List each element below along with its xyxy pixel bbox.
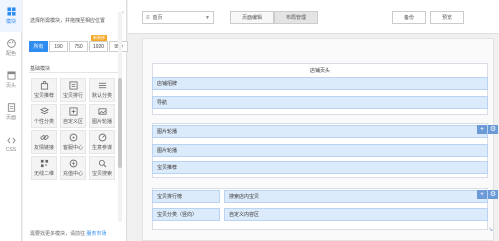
left-icon-rail: 模块 配色 页头 页面 CSS	[0, 0, 22, 241]
tile-label: 默认分类	[91, 93, 112, 99]
section-divider	[29, 72, 119, 73]
width-all-button[interactable]: 所有	[29, 41, 48, 52]
middle-region-controls: + ⚙	[476, 125, 498, 134]
width-1920-button[interactable]: 1920 新装修	[89, 35, 108, 52]
page-icon	[7, 103, 15, 112]
ranking-icon	[68, 81, 78, 90]
rail-label: 模块	[5, 19, 16, 25]
panel-scrollbar[interactable]	[118, 78, 122, 168]
tile-label: 图片轮播	[91, 119, 112, 125]
settings-icon[interactable]: ⚙	[488, 125, 498, 134]
carousel-module-1[interactable]: 图片轮播	[152, 125, 488, 138]
rail-label: CSS	[5, 146, 17, 153]
custom-area-icon	[68, 107, 78, 116]
page-select-value: 首页	[152, 15, 163, 21]
recommend-module[interactable]: 宝贝推荐	[152, 161, 488, 174]
rail-item-page[interactable]: 页面	[0, 96, 22, 128]
tile-label: 宝贝搜索	[91, 171, 112, 177]
market-link[interactable]: 服务市场	[86, 231, 106, 237]
region-title: 店铺页头	[309, 68, 330, 74]
footer-text: 需要找更多模块，请前往	[30, 231, 86, 237]
module-tile[interactable]: 无线二维	[31, 156, 57, 180]
tab-layout-manage[interactable]: 布局管理	[274, 11, 318, 24]
qrcode-icon	[40, 159, 48, 168]
panel-footer: 需要找更多模块，请前往 服务市场	[30, 230, 106, 237]
bag-icon	[40, 81, 48, 90]
tile-label: 无线二维	[33, 171, 54, 177]
recharge-icon	[69, 159, 77, 168]
tile-label: 自定义区	[62, 119, 83, 125]
tile-label: 生意参谋	[91, 145, 112, 151]
tab-page-edit[interactable]: 页面编辑	[230, 11, 274, 24]
module-icon	[6, 7, 16, 16]
header-icon	[6, 71, 16, 80]
panel-hint: 选择所需模块，并拖拽至相应位置	[30, 18, 106, 24]
tile-label: 客服中心	[62, 145, 83, 151]
ranking-module[interactable]: 宝贝排行榜	[152, 190, 220, 203]
edit-tabs: 页面编辑 布局管理	[230, 11, 318, 24]
code-icon	[6, 137, 16, 143]
width-filter: 所有 190 750 1920 新装修 950	[29, 35, 129, 52]
rail-item-css[interactable]: CSS	[0, 128, 22, 160]
collapse-panel-icon[interactable]: ‹	[122, 10, 124, 16]
module-tile[interactable]: 生意参谋	[89, 130, 115, 154]
rail-label: 配色	[5, 51, 16, 57]
analytics-icon	[98, 133, 106, 142]
rail-item-module[interactable]: 模块	[0, 0, 22, 32]
preview-button[interactable]: 预览	[430, 11, 464, 24]
module-tile[interactable]: 客服中心	[60, 130, 86, 154]
module-tile[interactable]: 图片轮播	[89, 104, 115, 128]
category-vertical-module[interactable]: 宝贝分类（竖向）	[152, 208, 220, 221]
tile-label: 个性分类	[33, 119, 54, 125]
module-tile[interactable]: 宝贝搜索	[89, 156, 115, 180]
width-label: 1920	[92, 43, 105, 50]
rail-item-header[interactable]: 页头	[0, 64, 22, 96]
module-tile[interactable]: 宝贝推荐	[31, 78, 57, 102]
add-icon[interactable]: +	[477, 125, 487, 134]
width-750-button[interactable]: 750	[69, 41, 88, 52]
rail-label: 页面	[5, 115, 16, 121]
module-tile[interactable]: 友情链接	[31, 130, 57, 154]
custom-content-module[interactable]: 自定义内容区	[224, 208, 488, 221]
module-tile[interactable]: 宝贝排行	[60, 78, 86, 102]
search-module[interactable]: 搜索店内宝贝	[224, 190, 488, 203]
module-tile[interactable]: 默认分类	[89, 78, 115, 102]
module-grid: 宝贝推荐 宝贝排行 默认分类 个性分类 自定义区 图片轮播 友情链接 客服中心 …	[31, 78, 115, 180]
bottom-region-controls: + ⚙	[476, 190, 498, 199]
image-carousel-icon	[97, 108, 107, 115]
expand-arrow-icon[interactable]: ↘	[488, 226, 493, 233]
service-icon	[69, 133, 77, 142]
tile-label: 宝贝推荐	[33, 93, 54, 99]
backup-button[interactable]: 备份	[392, 11, 426, 24]
rail-label: 页头	[5, 83, 16, 89]
chevron-down-icon: ▼	[205, 14, 210, 21]
menu-icon: ≡	[146, 14, 150, 21]
rail-item-color[interactable]: 配色	[0, 32, 22, 64]
settings-icon[interactable]: ⚙	[488, 190, 498, 199]
page-select[interactable]: ≡ 首页 ▼	[142, 11, 214, 24]
module-tile[interactable]: 充值中心	[60, 156, 86, 180]
module-tile[interactable]: 自定义区	[60, 104, 86, 128]
top-toolbar: ≡ 首页 ▼ 页面编辑 布局管理 备份 预览	[128, 0, 499, 34]
width-190-button[interactable]: 190	[49, 41, 68, 52]
tile-label: 宝贝排行	[62, 93, 83, 99]
palette-icon	[6, 39, 16, 48]
nav-module[interactable]: 导航	[152, 96, 488, 109]
tile-label: 充值中心	[62, 171, 83, 177]
link-icon	[39, 135, 49, 140]
module-tile[interactable]: 个性分类	[31, 104, 57, 128]
carousel-module-2[interactable]: 图片轮播	[152, 144, 488, 157]
add-icon[interactable]: +	[477, 190, 487, 199]
section-title: 基础模块	[30, 66, 51, 72]
category-icon	[98, 82, 106, 89]
tile-label: 友情链接	[33, 145, 54, 151]
custom-category-icon	[39, 107, 49, 115]
search-icon	[98, 159, 106, 168]
new-badge: 新装修	[91, 35, 107, 41]
shop-sign-module[interactable]: 店铺招牌	[152, 77, 488, 90]
